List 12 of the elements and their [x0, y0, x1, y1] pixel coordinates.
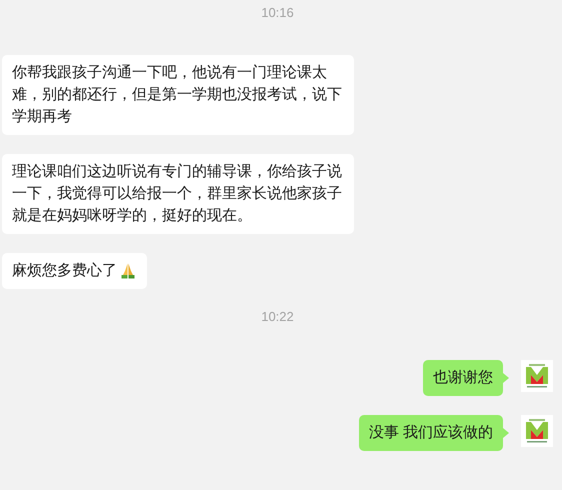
message-bubble: 你帮我跟孩子沟通一下吧，他说有一门理论课太难，别的都还行，但是第一学期也没报考试，说下学期再考: [2, 55, 354, 135]
avatar-icon: [521, 360, 553, 392]
message-bubble: 没事 我们应该做的: [358, 415, 503, 451]
timestamp: 10:22: [261, 308, 294, 325]
bubble-tail: [503, 373, 509, 383]
avatar-icon: [521, 415, 553, 447]
bubble-tail: [503, 428, 509, 438]
message-bubble: 理论课咱们这边听说有专门的辅导课，你给孩子说一下，我觉得可以给报一个，群里家长说他家孩子就是在妈妈咪呀学的，挺好的现在。: [2, 154, 354, 234]
message-bubble: 也谢谢您: [423, 360, 503, 396]
praying-hands-icon: [119, 262, 137, 280]
timestamp: 10:16: [261, 4, 294, 21]
message-bubble: 麻烦您多费心了: [2, 253, 147, 289]
